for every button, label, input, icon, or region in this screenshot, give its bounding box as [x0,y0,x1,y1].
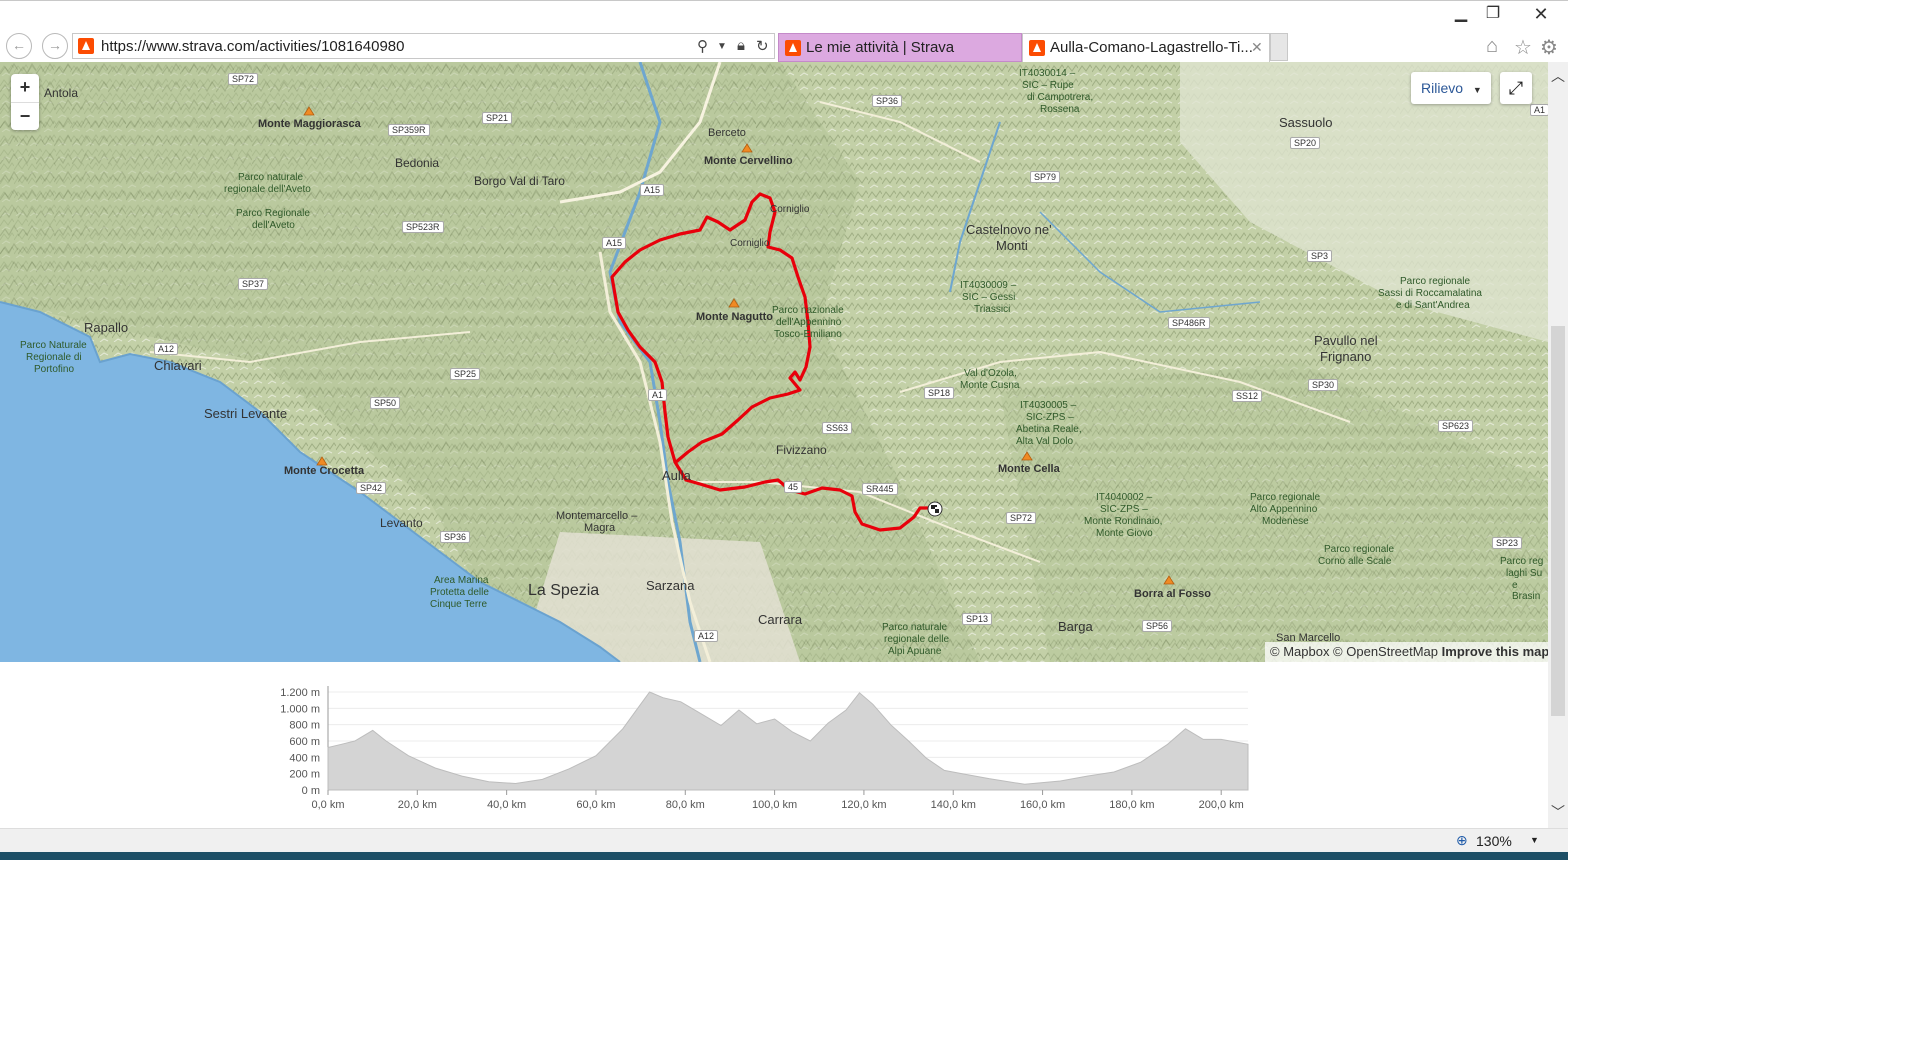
improve-map-link[interactable]: Improve this map [1442,644,1548,659]
x-tick-label: 200,0 km [1199,799,1244,811]
road-shield: A15 [602,237,627,249]
home-icon[interactable]: ⌂ [1486,35,1498,58]
url-text[interactable]: https://www.strava.com/activities/108164… [101,38,405,55]
expand-icon: ⤢ [1508,78,1524,98]
road-shield: SR445 [862,483,898,495]
road-shield: SP56 [1142,620,1173,632]
x-tick-label: 180,0 km [1109,799,1154,811]
road-shield: A15 [640,184,665,196]
y-tick-label: 1.200 m [280,687,320,699]
y-tick-label: 0 m [302,785,320,797]
road-shield: SP25 [450,368,481,380]
strava-favicon-icon [785,40,801,56]
y-tick-label: 800 m [289,720,320,732]
map-view[interactable]: Antola Monte Maggiorasca Bedonia Borgo V… [0,62,1548,662]
road-shield: SP523R [402,221,444,233]
y-tick-label: 600 m [289,736,320,748]
x-tick-label: 120,0 km [841,799,886,811]
minimize-button[interactable]: ▁ [1444,3,1478,25]
road-shield: SP359R [388,124,430,136]
road-shield: A12 [694,630,719,642]
road-shield: SP30 [1308,379,1339,391]
address-bar[interactable]: https://www.strava.com/activities/108164… [72,33,775,59]
tab-label: Aulla-Comano-Lagastrello-Ti... [1050,39,1253,56]
lock-icon[interactable]: 🔒︎ [737,37,745,54]
search-dropdown-icon[interactable]: ▼ [717,41,727,52]
settings-gear-icon[interactable]: ⚙ [1540,35,1558,60]
map-layer-label: Rilievo [1421,80,1464,96]
road-shields: SP72 SP21 SP36 A15 SP359R SP523R A15 SP7… [0,62,1548,662]
road-shield: 45 [784,481,803,493]
road-shield: SP50 [370,397,401,409]
page-scrollbar[interactable]: ︿ ﹀ [1548,62,1568,828]
road-shield: SP13 [962,613,993,625]
new-tab-button[interactable] [1270,33,1288,61]
close-tab-icon[interactable]: ✕ [1251,39,1263,56]
x-tick-label: 80,0 km [666,799,705,811]
road-shield: SP79 [1030,171,1061,183]
road-shield: SP623 [1438,420,1474,432]
road-shield: A1 [1530,104,1548,116]
road-shield: A1 [648,389,668,401]
y-tick-label: 400 m [289,752,320,764]
taskbar [0,852,1568,860]
x-tick-label: 0,0 km [311,799,344,811]
road-shield: SP18 [924,387,955,399]
y-tick-label: 1.000 m [280,703,320,715]
road-shield: SP20 [1290,137,1321,149]
elevation-chart-svg: 1.200 m 1.000 m 800 m 600 m 400 m 200 m 0 m 0,… [280,686,1249,811]
road-shield: SP36 [440,531,471,543]
forward-icon: → [48,37,62,53]
road-shield: SP21 [482,112,513,124]
close-button[interactable]: ✕ [1524,3,1558,25]
forward-button[interactable]: → [42,33,68,59]
strava-favicon-icon [1029,40,1045,56]
attribution-text[interactable]: © Mapbox © OpenStreetMap [1270,644,1438,659]
x-tick-label: 160,0 km [1020,799,1065,811]
zoom-magnifier-icon[interactable]: ⊕ [1456,832,1468,849]
status-bar: ⊕ 130% ▼ [0,828,1568,853]
road-shield: SP72 [1006,512,1037,524]
elevation-chart[interactable]: 1.200 m 1.000 m 800 m 600 m 400 m 200 m 0 m 0,… [0,662,1548,828]
road-shield: SP72 [228,73,259,85]
favorites-star-icon[interactable]: ☆ [1514,35,1532,60]
road-shield: SP42 [356,482,387,494]
back-icon: ← [12,37,26,53]
chevron-down-icon: ▼ [1472,85,1482,95]
tab-strava-activities[interactable]: Le mie attività | Strava [778,33,1022,62]
strava-favicon-icon [78,38,94,54]
road-shield: SS12 [1232,390,1263,402]
road-shield: A12 [154,343,179,355]
road-shield: SP36 [872,95,903,107]
chevron-down-icon[interactable]: ▼ [1530,835,1539,845]
road-shield: SP486R [1168,317,1210,329]
road-shield: SS63 [822,422,853,434]
search-icon[interactable]: ⚲ [697,37,708,55]
zoom-in-button[interactable]: + [11,74,39,102]
map-layer-dropdown[interactable]: Rilievo ▼ [1411,72,1491,104]
x-tick-label: 20,0 km [398,799,437,811]
road-shield: SP3 [1307,250,1333,262]
tab-aulla-activity[interactable]: Aulla-Comano-Lagastrello-Ti... ✕ [1022,33,1270,62]
x-tick-label: 40,0 km [487,799,526,811]
zoom-out-button[interactable]: − [11,102,39,131]
x-tick-label: 60,0 km [576,799,615,811]
fullscreen-button[interactable]: ⤢ [1500,72,1532,104]
y-tick-label: 200 m [289,769,320,781]
road-shield: SP23 [1492,537,1523,549]
refresh-icon[interactable]: ↻ [756,37,769,55]
x-tick-label: 140,0 km [931,799,976,811]
scrollbar-thumb[interactable] [1551,326,1565,716]
maximize-button[interactable]: ❐ [1476,3,1510,25]
scroll-up-icon[interactable]: ︿ [1551,66,1565,86]
road-shield: SP37 [238,278,269,290]
back-button[interactable]: ← [6,33,32,59]
map-zoom-control: + − [11,74,39,130]
x-tick-label: 100,0 km [752,799,797,811]
browser-chrome: ▁ ❐ ✕ ← → https://www.strava.com/activit… [0,0,1568,63]
scroll-down-icon[interactable]: ﹀ [1551,802,1565,822]
tab-label: Le mie attività | Strava [806,39,955,56]
map-attribution: © Mapbox © OpenStreetMap Improve this ma… [1265,642,1548,662]
zoom-level[interactable]: 130% [1476,833,1512,849]
